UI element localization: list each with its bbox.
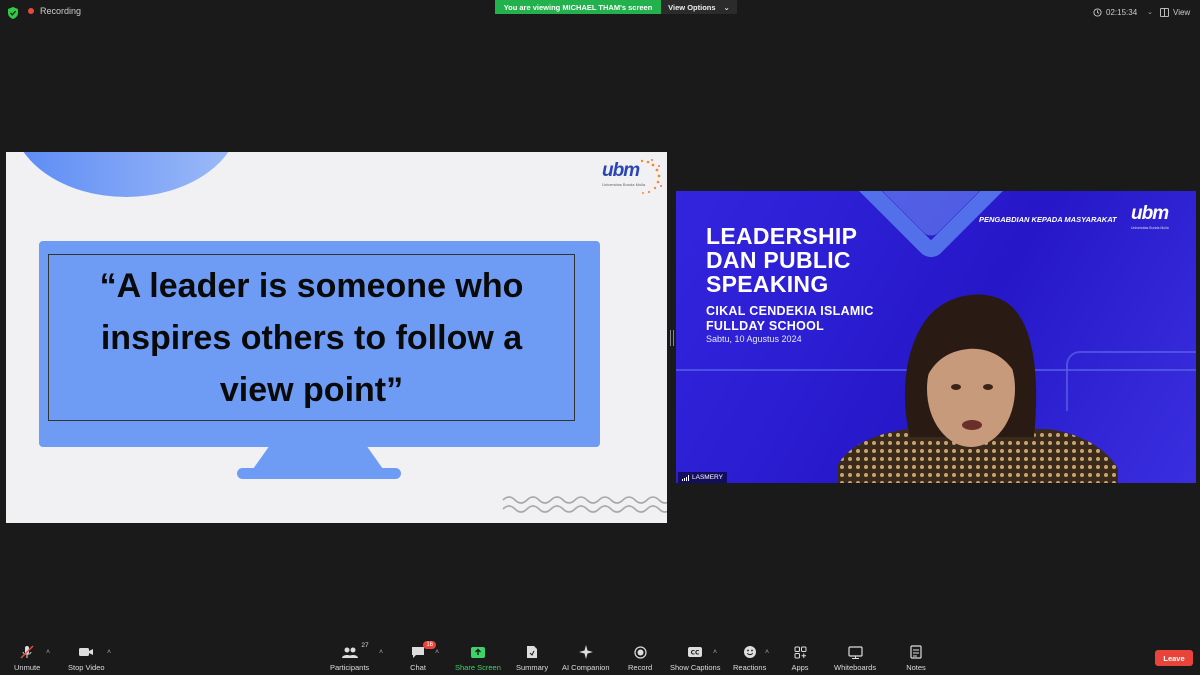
meeting-toolbar: Unmute ˄ Stop Video ˄ 27 Participants ˄ … xyxy=(0,640,1200,675)
event-title-line2: DAN PUBLIC xyxy=(706,247,851,273)
event-title: LEADERSHIP DAN PUBLIC SPEAKING xyxy=(706,224,857,296)
mic-muted-icon xyxy=(20,645,34,659)
closed-captions-icon: CC xyxy=(688,647,703,657)
chat-caret-icon[interactable]: ˄ xyxy=(435,649,439,656)
ai-companion-button[interactable]: AI Companion xyxy=(562,644,610,672)
notes-label: Notes xyxy=(906,663,926,672)
decorative-blob xyxy=(11,152,241,197)
video-camera-icon xyxy=(79,648,94,656)
participants-caret-icon[interactable]: ˄ xyxy=(379,649,383,656)
grid-view-icon xyxy=(1160,7,1169,17)
shield-icon[interactable] xyxy=(8,7,18,19)
logo-dots-icon xyxy=(640,159,662,194)
record-label: Record xyxy=(628,663,653,672)
top-bar: Recording You are viewing MICHAEL THAM's… xyxy=(0,0,1200,26)
view-label: View xyxy=(1173,7,1191,17)
signal-bars-icon xyxy=(682,474,689,481)
apps-button[interactable]: Apps xyxy=(789,644,811,672)
chevron-down-icon: ⌄ xyxy=(723,2,730,12)
reactions-label: Reactions xyxy=(733,663,767,672)
program-label: PENGABDIAN KEPADA MASYARAKAT xyxy=(979,215,1117,224)
view-options-button[interactable]: View Options ⌄ xyxy=(661,0,737,14)
meeting-timer[interactable]: 02:15:34 ⌄ xyxy=(1093,4,1153,20)
participants-count: 27 xyxy=(361,642,369,649)
record-icon xyxy=(633,645,647,659)
smiley-icon xyxy=(743,646,756,658)
svg-text:CC: CC xyxy=(691,650,700,657)
participants-label: Participants xyxy=(330,663,370,672)
event-title-line3: SPEAKING xyxy=(706,271,829,297)
sparkle-icon xyxy=(578,645,593,659)
leadership-quote: “A leader is someone who inspires others… xyxy=(99,266,524,409)
chat-unread-badge: 16 xyxy=(423,641,436,649)
split-view-handle[interactable] xyxy=(670,330,674,346)
notes-button[interactable]: Notes xyxy=(905,644,927,672)
chat-button[interactable]: 16 Chat xyxy=(407,641,436,672)
participants-icon xyxy=(341,647,358,658)
captions-caret-icon[interactable]: ˄ xyxy=(713,649,717,656)
monitor-stand xyxy=(253,447,383,469)
notes-icon xyxy=(910,645,922,659)
unmute-button[interactable]: Unmute xyxy=(14,644,40,672)
quote-box: “A leader is someone who inspires others… xyxy=(48,254,575,421)
view-options-label: View Options xyxy=(668,2,716,12)
stop-video-button[interactable]: Stop Video xyxy=(68,644,105,672)
video-logo-subtitle: Universitas Bunda Mulia xyxy=(1131,226,1169,230)
recording-label: Recording xyxy=(40,6,82,16)
participant-name: LASMERY xyxy=(692,474,723,481)
view-button[interactable]: View xyxy=(1160,4,1190,20)
apps-label: Apps xyxy=(791,663,809,672)
whiteboard-icon xyxy=(847,645,863,659)
record-dot-icon xyxy=(28,8,34,14)
event-date: Sabtu, 10 Agustus 2024 xyxy=(706,334,802,344)
chevron-down-icon: ⌄ xyxy=(1147,9,1154,16)
timer-value: 02:15:34 xyxy=(1106,7,1138,17)
stop-video-label: Stop Video xyxy=(68,663,105,672)
shared-screen-slide[interactable]: ubm Universitas Bunda Mulia “A leader is… xyxy=(6,152,667,523)
summary-label: Summary xyxy=(516,663,549,672)
recording-indicator[interactable]: Recording xyxy=(28,6,81,16)
summary-document-icon xyxy=(527,646,538,658)
clock-icon xyxy=(1093,7,1102,17)
decorative-waves-icon xyxy=(502,496,667,513)
share-screen-label: Share Screen xyxy=(455,663,501,672)
unmute-label: Unmute xyxy=(14,663,41,672)
share-screen-icon xyxy=(470,646,485,658)
participant-name-tag: LASMERY xyxy=(678,472,727,483)
ubm-logo: ubm Universitas Bunda Mulia xyxy=(602,159,662,196)
viewing-screen-banner: You are viewing MICHAEL THAM's screen xyxy=(495,0,661,14)
apps-icon xyxy=(794,646,806,658)
speaker-video[interactable]: LEADERSHIP DAN PUBLIC SPEAKING CIKAL CEN… xyxy=(676,191,1196,483)
video-logo-text: ubm xyxy=(1131,203,1169,224)
event-title-line1: LEADERSHIP xyxy=(706,223,858,249)
whiteboards-button[interactable]: Whiteboards xyxy=(834,644,876,672)
chat-label: Chat xyxy=(410,663,426,672)
leave-button[interactable]: Leave xyxy=(1155,650,1193,666)
record-button[interactable]: Record xyxy=(628,644,652,672)
audio-options-caret-icon[interactable]: ˄ xyxy=(46,649,50,656)
video-options-caret-icon[interactable]: ˄ xyxy=(107,649,111,656)
ai-companion-label: AI Companion xyxy=(562,663,610,672)
show-captions-label: Show Captions xyxy=(670,663,721,672)
reactions-button[interactable]: Reactions xyxy=(733,644,766,672)
summary-button[interactable]: Summary xyxy=(516,644,548,672)
monitor-base xyxy=(237,468,401,479)
monitor-illustration: “A leader is someone who inspires others… xyxy=(39,241,600,447)
reactions-caret-icon[interactable]: ˄ xyxy=(765,649,769,656)
whiteboards-label: Whiteboards xyxy=(834,663,877,672)
participants-button[interactable]: 27 Participants xyxy=(330,642,370,672)
speaker-silhouette xyxy=(838,294,1118,483)
share-screen-button[interactable]: Share Screen xyxy=(455,644,501,672)
